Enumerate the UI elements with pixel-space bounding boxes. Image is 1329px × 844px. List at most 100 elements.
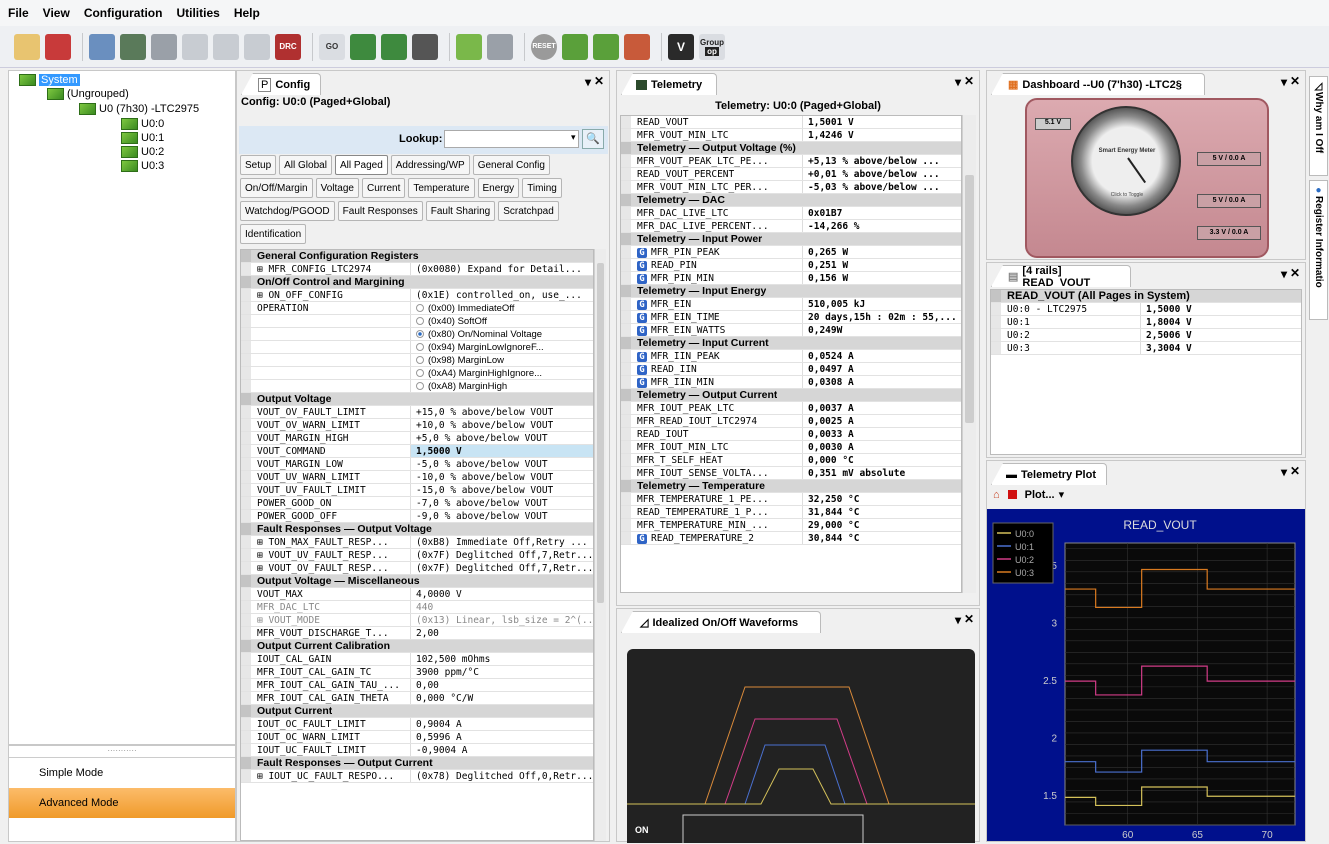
register-row[interactable]: MFR_IOUT_MIN_LTC 0,0030 A <box>621 441 961 454</box>
lookup-dropdown-icon[interactable]: ▾ <box>571 132 576 143</box>
register-row[interactable]: G MFR_PIN_PEAK 0,265 W <box>621 246 961 259</box>
register-row[interactable]: G MFR_IIN_MIN 0,0308 A <box>621 376 961 389</box>
radio-button[interactable] <box>416 304 424 312</box>
close-icon[interactable]: ✕ <box>964 612 974 626</box>
register-row[interactable]: VOUT_MARGIN_LOW -5,0 % above/below VOUT <box>241 458 593 471</box>
energy-meter-gauge[interactable]: Smart Energy Meter Click to Toggle <box>1071 106 1181 216</box>
register-value[interactable]: 0,0025 A <box>803 415 961 427</box>
register-value[interactable]: 1,5001 V <box>803 116 961 128</box>
config-tab-button[interactable]: Watchdog/PGOOD <box>240 201 335 221</box>
collapse-icon[interactable] <box>621 337 631 349</box>
tree-node-ungrouped[interactable]: (Ungrouped) <box>47 87 129 101</box>
register-row[interactable]: IOUT_OC_FAULT_LIMIT 0,9004 A <box>241 718 593 731</box>
add-device-icon[interactable] <box>120 33 146 60</box>
v-button[interactable]: V <box>668 33 694 60</box>
config-tab-button[interactable]: Addressing/WP <box>390 155 470 175</box>
register-value[interactable]: (0xA8) MarginHigh <box>411 380 593 392</box>
section-header-row[interactable]: On/Off Control and Margining <box>241 276 593 289</box>
simple-mode-button[interactable]: Simple Mode <box>9 758 235 788</box>
register-value[interactable]: 0,9004 A <box>411 718 593 730</box>
register-row[interactable]: READ_VOUT_PERCENT +0,01 % above/below ... <box>621 168 961 181</box>
register-row[interactable]: POWER_GOOD_ON -7,0 % above/below VOUT <box>241 497 593 510</box>
config-tab-button[interactable]: Fault Sharing <box>425 201 496 221</box>
search-icon[interactable]: 🔍 <box>582 129 604 149</box>
register-value[interactable]: (0xB8) Immediate Off,Retry ... <box>411 536 593 548</box>
register-row[interactable]: IOUT_OC_WARN_LIMIT 0,5996 A <box>241 731 593 744</box>
register-value[interactable]: 20 days,15h : 02m : 55,... <box>803 311 961 323</box>
pc-ram-icon[interactable] <box>350 33 376 60</box>
config-tab-button[interactable]: Setup <box>240 155 277 175</box>
register-row[interactable]: VOUT_COMMAND 1,5000 V <box>241 445 593 458</box>
ram-nvm-store-icon[interactable] <box>593 33 619 60</box>
register-row[interactable]: READ_VOUT 1,5001 V <box>621 116 961 129</box>
register-row[interactable]: VOUT_MAX 4,0000 V <box>241 588 593 601</box>
register-row[interactable]: IOUT_UC_FAULT_LIMIT -0,9004 A <box>241 744 593 757</box>
register-row[interactable]: OPERATION (0x00) ImmediateOff <box>241 302 593 315</box>
register-row[interactable]: ⊞ IOUT_UC_FAULT_RESPO... (0x78) Deglitche… <box>241 770 593 783</box>
section-header-row[interactable]: Output Voltage <box>241 393 593 406</box>
save-icon[interactable] <box>45 33 71 60</box>
register-row[interactable]: MFR_IOUT_PEAK_LTC 0,0037 A <box>621 402 961 415</box>
register-row[interactable]: MFR_DAC_LTC 440 <box>241 601 593 614</box>
register-row[interactable]: IOUT_CAL_GAIN 102,500 mOhms <box>241 653 593 666</box>
dropdown-arrow-icon[interactable]: ▾ <box>1281 267 1287 281</box>
close-icon[interactable]: ✕ <box>594 74 604 88</box>
rails-row[interactable]: U0:0 - LTC2975 1,5000 V <box>991 303 1301 316</box>
register-row[interactable]: (0xA4) MarginHighIgnore... <box>241 367 593 380</box>
register-information-tab[interactable]: ● Register Informatio <box>1309 180 1328 320</box>
register-row[interactable]: MFR_DAC_LIVE_PERCENT... -14,266 % <box>621 220 961 233</box>
register-row[interactable]: MFR_IOUT_CAL_GAIN_TC 3900 ppm/°C <box>241 666 593 679</box>
scrollbar-thumb[interactable] <box>965 175 974 423</box>
collapse-icon[interactable] <box>241 393 251 405</box>
telemetry-tab[interactable]: Telemetry <box>621 73 717 95</box>
config-tab-button[interactable]: Fault Responses <box>337 201 423 221</box>
plot-menu-button[interactable]: Plot... <box>1025 489 1055 501</box>
dashboard-board[interactable]: 5.1 V 5 V / 0.0 A 5 V / 0.0 A 3.3 V / 0.… <box>1025 98 1269 258</box>
register-row[interactable]: MFR_VOUT_MIN_LTC_PER... -5,03 % above/bel… <box>621 181 961 194</box>
register-row[interactable]: ⊞ ON_OFF_CONFIG (0x1E) controlled_on, use… <box>241 289 593 302</box>
collapse-icon[interactable] <box>991 290 1001 302</box>
telemetry-plot-tab[interactable]: ▬ Telemetry Plot <box>991 463 1107 485</box>
register-row[interactable]: G MFR_IIN_PEAK 0,0524 A <box>621 350 961 363</box>
menu-view[interactable]: View <box>43 6 70 20</box>
collapse-icon[interactable] <box>241 705 251 717</box>
register-row[interactable]: VOUT_MARGIN_HIGH +5,0 % above/below VOUT <box>241 432 593 445</box>
section-header-row[interactable]: Telemetry — Input Energy <box>621 285 961 298</box>
register-row[interactable]: G MFR_EIN 510,005 kJ <box>621 298 961 311</box>
cf-file-icon[interactable] <box>487 33 513 60</box>
register-value[interactable]: +0,01 % above/below ... <box>803 168 961 180</box>
close-icon[interactable]: ✕ <box>1290 74 1300 88</box>
config-tab-button[interactable]: All Paged <box>334 155 388 175</box>
register-value[interactable]: (0x7F) Deglitched Off,7,Retr... <box>411 549 593 561</box>
register-row[interactable]: MFR_T_SELF_HEAT 0,000 °C <box>621 454 961 467</box>
collapse-icon[interactable] <box>241 250 251 262</box>
chevron-down-icon[interactable]: ▾ <box>1059 488 1065 501</box>
section-header-row[interactable]: Telemetry — Temperature <box>621 480 961 493</box>
collapse-icon[interactable] <box>241 640 251 652</box>
drc-button[interactable]: DRC <box>275 33 301 60</box>
register-value[interactable]: 0,00 <box>411 679 593 691</box>
register-row[interactable]: (0x98) MarginLow <box>241 354 593 367</box>
radio-button[interactable] <box>416 382 424 390</box>
register-row[interactable]: MFR_READ_IOUT_LTC2974 0,0025 A <box>621 415 961 428</box>
collapse-icon[interactable] <box>241 575 251 587</box>
menu-utilities[interactable]: Utilities <box>176 6 219 20</box>
register-value[interactable]: -0,9004 A <box>411 744 593 756</box>
telemetry-scrollbar[interactable] <box>962 115 976 593</box>
register-value[interactable]: -9,0 % above/below VOUT <box>411 510 593 522</box>
register-value[interactable]: 0,249W <box>803 324 961 336</box>
register-row[interactable]: MFR_VOUT_MIN_LTC 1,4246 V <box>621 129 961 142</box>
config-scrollbar[interactable] <box>594 249 606 841</box>
register-row[interactable]: (0x94) MarginLowIgnoreF... <box>241 341 593 354</box>
register-row[interactable]: MFR_TEMPERATURE_MIN_... 29,000 °C <box>621 519 961 532</box>
config-tab-button[interactable]: Temperature <box>408 178 475 198</box>
register-value[interactable]: 0,0030 A <box>803 441 961 453</box>
config-tab-button[interactable]: Timing <box>522 178 562 198</box>
register-value[interactable]: 0,0524 A <box>803 350 961 362</box>
register-value[interactable]: 0,000 °C/W <box>411 692 593 704</box>
pc-ram-write-icon[interactable] <box>381 33 407 60</box>
section-header-row[interactable]: Output Current Calibration <box>241 640 593 653</box>
splitter-grip[interactable]: ··········· <box>9 746 235 758</box>
register-row[interactable]: G READ_PIN 0,251 W <box>621 259 961 272</box>
radio-button[interactable] <box>416 330 424 338</box>
